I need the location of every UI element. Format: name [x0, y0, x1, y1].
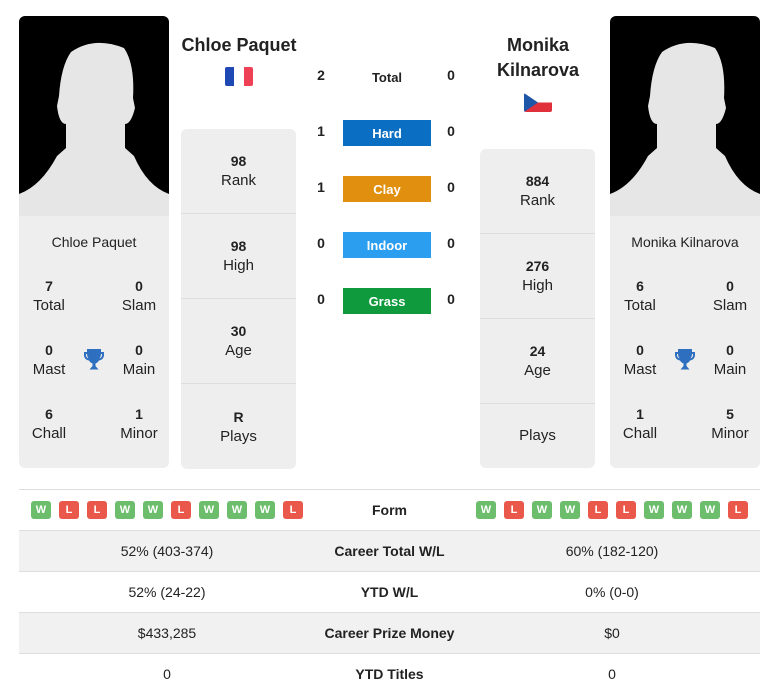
surface-hard-badge[interactable]: Hard — [343, 120, 431, 146]
ytd-wl-row: 52% (24-22) YTD W/L 0% (0-0) — [19, 571, 760, 612]
player1-minor-titles: 1 Minor — [120, 406, 158, 442]
player1-stats: 98 Rank 98 High 30 Age R Plays — [181, 129, 296, 469]
surface-clay-badge[interactable]: Clay — [343, 176, 431, 202]
form-result-badge[interactable]: W — [644, 501, 664, 519]
player1-age: 30 Age — [181, 299, 296, 384]
form-result-badge[interactable]: W — [115, 501, 135, 519]
ytd-titles-row: 0 YTD Titles 0 — [19, 653, 760, 694]
player2-plays: Plays — [519, 427, 556, 444]
player1-form: WLLWWLWWWL — [19, 501, 315, 519]
player2-total-titles: 6 Total — [624, 278, 656, 314]
player1-plays: R Plays — [220, 408, 257, 445]
h2h-hard-p1: 1 — [317, 123, 325, 139]
trophy-icon — [82, 347, 106, 376]
player2-high: 276 High — [480, 234, 595, 319]
player1-total-titles: 7 Total — [33, 278, 65, 314]
form-result-badge[interactable]: W — [700, 501, 720, 519]
form-result-badge[interactable]: W — [532, 501, 552, 519]
h2h-clay-p1: 1 — [317, 179, 325, 195]
form-result-badge[interactable]: W — [199, 501, 219, 519]
player2-ytd-wl: 0% (0-0) — [585, 584, 639, 600]
player2-card-name: Monika Kilnarova — [631, 234, 739, 250]
h2h-hard-p2: 0 — [447, 123, 455, 139]
flag-france-icon — [225, 67, 253, 86]
player1-career-wl: 52% (403-374) — [120, 543, 214, 559]
silhouette-icon — [610, 42, 760, 216]
player2-slam-titles: 0 Slam — [712, 278, 748, 314]
player1-ytd-wl: 52% (24-22) — [128, 584, 206, 600]
player1-main-titles: 0 Main — [122, 342, 156, 378]
form-result-badge[interactable]: W — [255, 501, 275, 519]
player2-chall-titles: 1 Chall — [622, 406, 658, 442]
form-row: WLLWWLWWWL Form WLWWLLWWWL — [19, 489, 760, 530]
player1-mast-titles: 0 Mast — [32, 342, 66, 378]
prize-money-row: $433,285 Career Prize Money $0 — [19, 612, 760, 653]
h2h-total-p2: 0 — [447, 67, 455, 83]
player2-form: WLWWLLWWWL — [464, 501, 760, 519]
form-label: Form — [372, 502, 407, 518]
player2-main-titles: 0 Main — [713, 342, 747, 378]
form-result-badge[interactable]: L — [59, 501, 79, 519]
form-result-badge[interactable]: L — [588, 501, 608, 519]
form-result-badge[interactable]: W — [476, 501, 496, 519]
form-result-badge[interactable]: L — [171, 501, 191, 519]
player1-name[interactable]: Chloe Paquet — [170, 33, 308, 58]
player2-name[interactable]: Monika Kilnarova — [468, 33, 608, 83]
silhouette-icon — [19, 42, 169, 216]
player2-titles-card: Monika Kilnarova 6 Total 0 Slam 0 Mast 0 Mai… — [610, 216, 760, 468]
surface-grass-badge[interactable]: Grass — [343, 288, 431, 314]
player2-photo — [610, 16, 760, 216]
player1-prize-money: $433,285 — [137, 625, 197, 641]
form-result-badge[interactable]: L — [87, 501, 107, 519]
player2-prize-money: $0 — [604, 625, 620, 641]
player2-stats: 884 Rank 276 High 24 Age Plays — [480, 149, 595, 468]
form-result-badge[interactable]: W — [227, 501, 247, 519]
form-result-badge[interactable]: W — [31, 501, 51, 519]
h2h-clay-p2: 0 — [447, 179, 455, 195]
surface-indoor-badge[interactable]: Indoor — [343, 232, 431, 258]
form-result-badge[interactable]: W — [143, 501, 163, 519]
ytd-titles-label: YTD Titles — [355, 666, 424, 682]
form-result-badge[interactable]: W — [560, 501, 580, 519]
career-wl-label: Career Total W/L — [334, 543, 445, 559]
h2h-indoor-p1: 0 — [317, 235, 325, 251]
player1-rank: 98 Rank — [181, 129, 296, 214]
form-result-badge[interactable]: L — [283, 501, 303, 519]
h2h-indoor-p2: 0 — [447, 235, 455, 251]
career-wl-row: 52% (403-374) Career Total W/L 60% (182-… — [19, 530, 760, 571]
form-result-badge[interactable]: W — [672, 501, 692, 519]
player2-ytd-titles: 0 — [608, 666, 616, 682]
prize-money-label: Career Prize Money — [324, 625, 455, 641]
player2-career-wl: 60% (182-120) — [565, 543, 659, 559]
player1-high: 98 High — [181, 214, 296, 299]
player1-photo — [19, 16, 169, 216]
form-result-badge[interactable]: L — [616, 501, 636, 519]
player2-minor-titles: 5 Minor — [711, 406, 749, 442]
player1-chall-titles: 6 Chall — [31, 406, 67, 442]
h2h-grass-p2: 0 — [447, 291, 455, 307]
player1-ytd-titles: 0 — [163, 666, 171, 682]
form-result-badge[interactable]: L — [728, 501, 748, 519]
player2-mast-titles: 0 Mast — [623, 342, 657, 378]
h2h-total-p1: 2 — [317, 67, 325, 83]
player1-titles-card: Chloe Paquet 7 Total 0 Slam 0 Mast 0 Main 6C… — [19, 216, 169, 468]
player2-age: 24 Age — [480, 319, 595, 404]
flag-czech-icon — [524, 93, 552, 112]
trophy-icon — [673, 347, 697, 376]
player1-card-name: Chloe Paquet — [51, 234, 137, 250]
form-result-badge[interactable]: L — [504, 501, 524, 519]
ytd-wl-label: YTD W/L — [360, 584, 419, 600]
h2h-grass-p1: 0 — [317, 291, 325, 307]
player1-slam-titles: 0 Slam — [121, 278, 157, 314]
h2h-total-label: Total — [371, 70, 403, 85]
player2-rank: 884 Rank — [480, 149, 595, 234]
